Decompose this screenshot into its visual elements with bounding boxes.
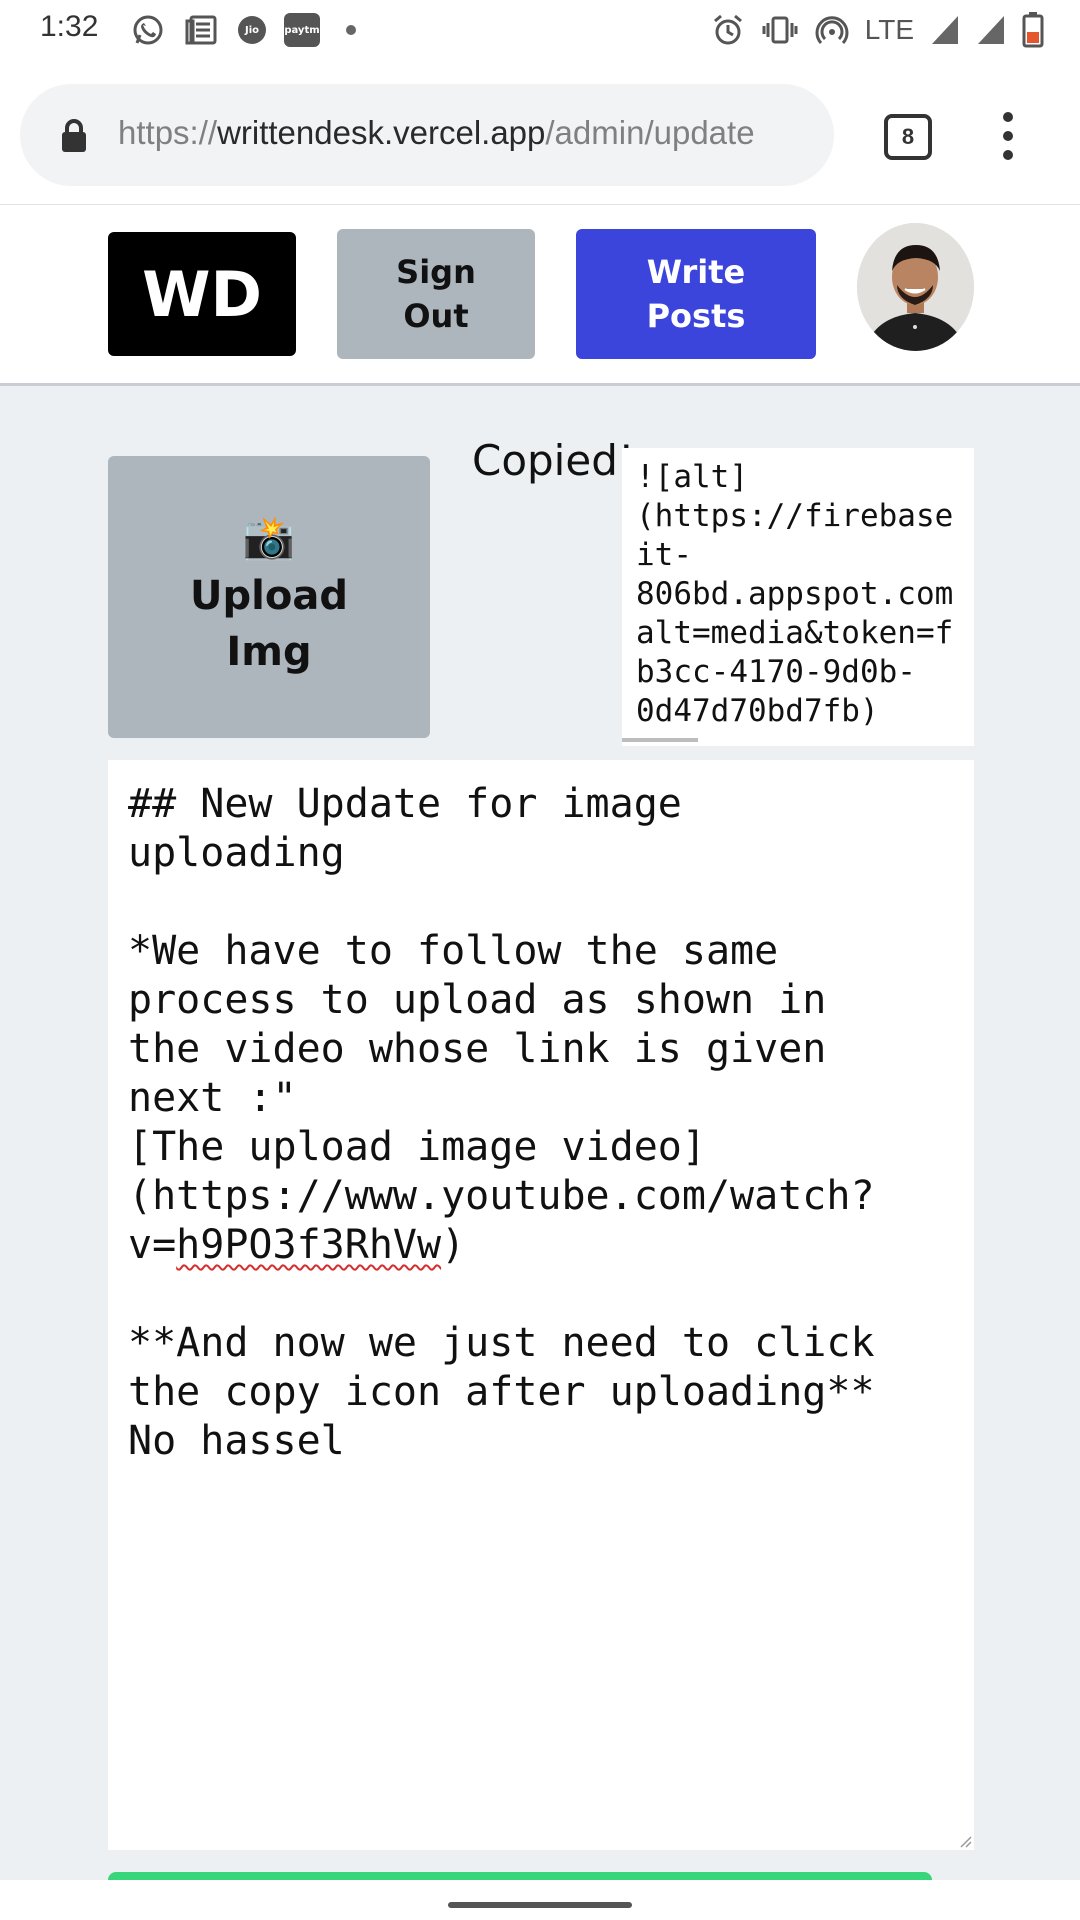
site-logo[interactable]: WD [108, 232, 296, 356]
status-left-icons: Jio paytm [130, 12, 356, 48]
status-time: 1:32 [40, 10, 99, 43]
upload-image-label: Upload Img [190, 573, 348, 675]
jio-icon: Jio [238, 16, 266, 44]
camera-flash-icon: 📸 [242, 513, 296, 562]
network-type: LTE [864, 14, 914, 45]
url-host: writtendesk.vercel.app [217, 114, 546, 151]
url-scheme: https:// [118, 114, 218, 151]
upload-image-button[interactable]: 📸 Upload Img [108, 456, 430, 738]
signal-icon [978, 16, 1004, 44]
copied-link-text: ![alt] (https://firebase it- 806bd.appsp… [636, 459, 954, 729]
notification-dot-icon [346, 25, 356, 35]
post-editor-textarea[interactable]: ## New Update for image uploading *We ha… [108, 760, 974, 1850]
vibrate-icon [762, 16, 798, 44]
paytm-icon: paytm [284, 13, 320, 47]
avatar[interactable] [857, 223, 974, 351]
browser-toolbar: https://writtendesk.vercel.app/admin/upd… [0, 62, 1080, 205]
alarm-icon [713, 14, 742, 45]
sign-out-button[interactable]: Sign Out [337, 229, 535, 359]
tab-switcher-button[interactable]: 8 [884, 114, 932, 160]
battery-icon [1022, 12, 1044, 48]
whatsapp-icon [130, 12, 166, 48]
news-icon [184, 12, 220, 48]
copied-link-box[interactable]: ![alt] (https://firebase it- 806bd.appsp… [622, 448, 974, 746]
horizontal-scrollbar[interactable] [622, 738, 698, 742]
home-gesture-handle[interactable] [448, 1902, 632, 1908]
address-bar[interactable]: https://writtendesk.vercel.app/admin/upd… [20, 84, 834, 186]
write-posts-button[interactable]: Write Posts [576, 229, 816, 359]
resize-handle-icon[interactable] [958, 1834, 972, 1848]
hotspot-icon [815, 16, 849, 45]
editor-content: ## New Update for image uploading *We ha… [128, 780, 968, 1466]
system-navigation-bar [0, 1880, 1080, 1920]
status-right-icons: LTE [711, 12, 1044, 48]
app-header: WD Sign Out Write Posts [0, 205, 1080, 386]
status-bar: 1:32 Jio paytm LTE [0, 0, 1080, 62]
copied-message: Copied! [472, 436, 635, 485]
more-options-icon[interactable] [996, 112, 1020, 160]
url-path: /admin/update [545, 114, 755, 151]
editor-text-before: ## New Update for image uploading *We ha… [128, 781, 875, 1268]
url-text[interactable]: https://writtendesk.vercel.app/admin/upd… [118, 114, 818, 152]
lock-icon [62, 119, 86, 152]
signal-icon [932, 16, 958, 44]
misspelled-word: h9PO3f3RhVw [176, 1222, 442, 1268]
